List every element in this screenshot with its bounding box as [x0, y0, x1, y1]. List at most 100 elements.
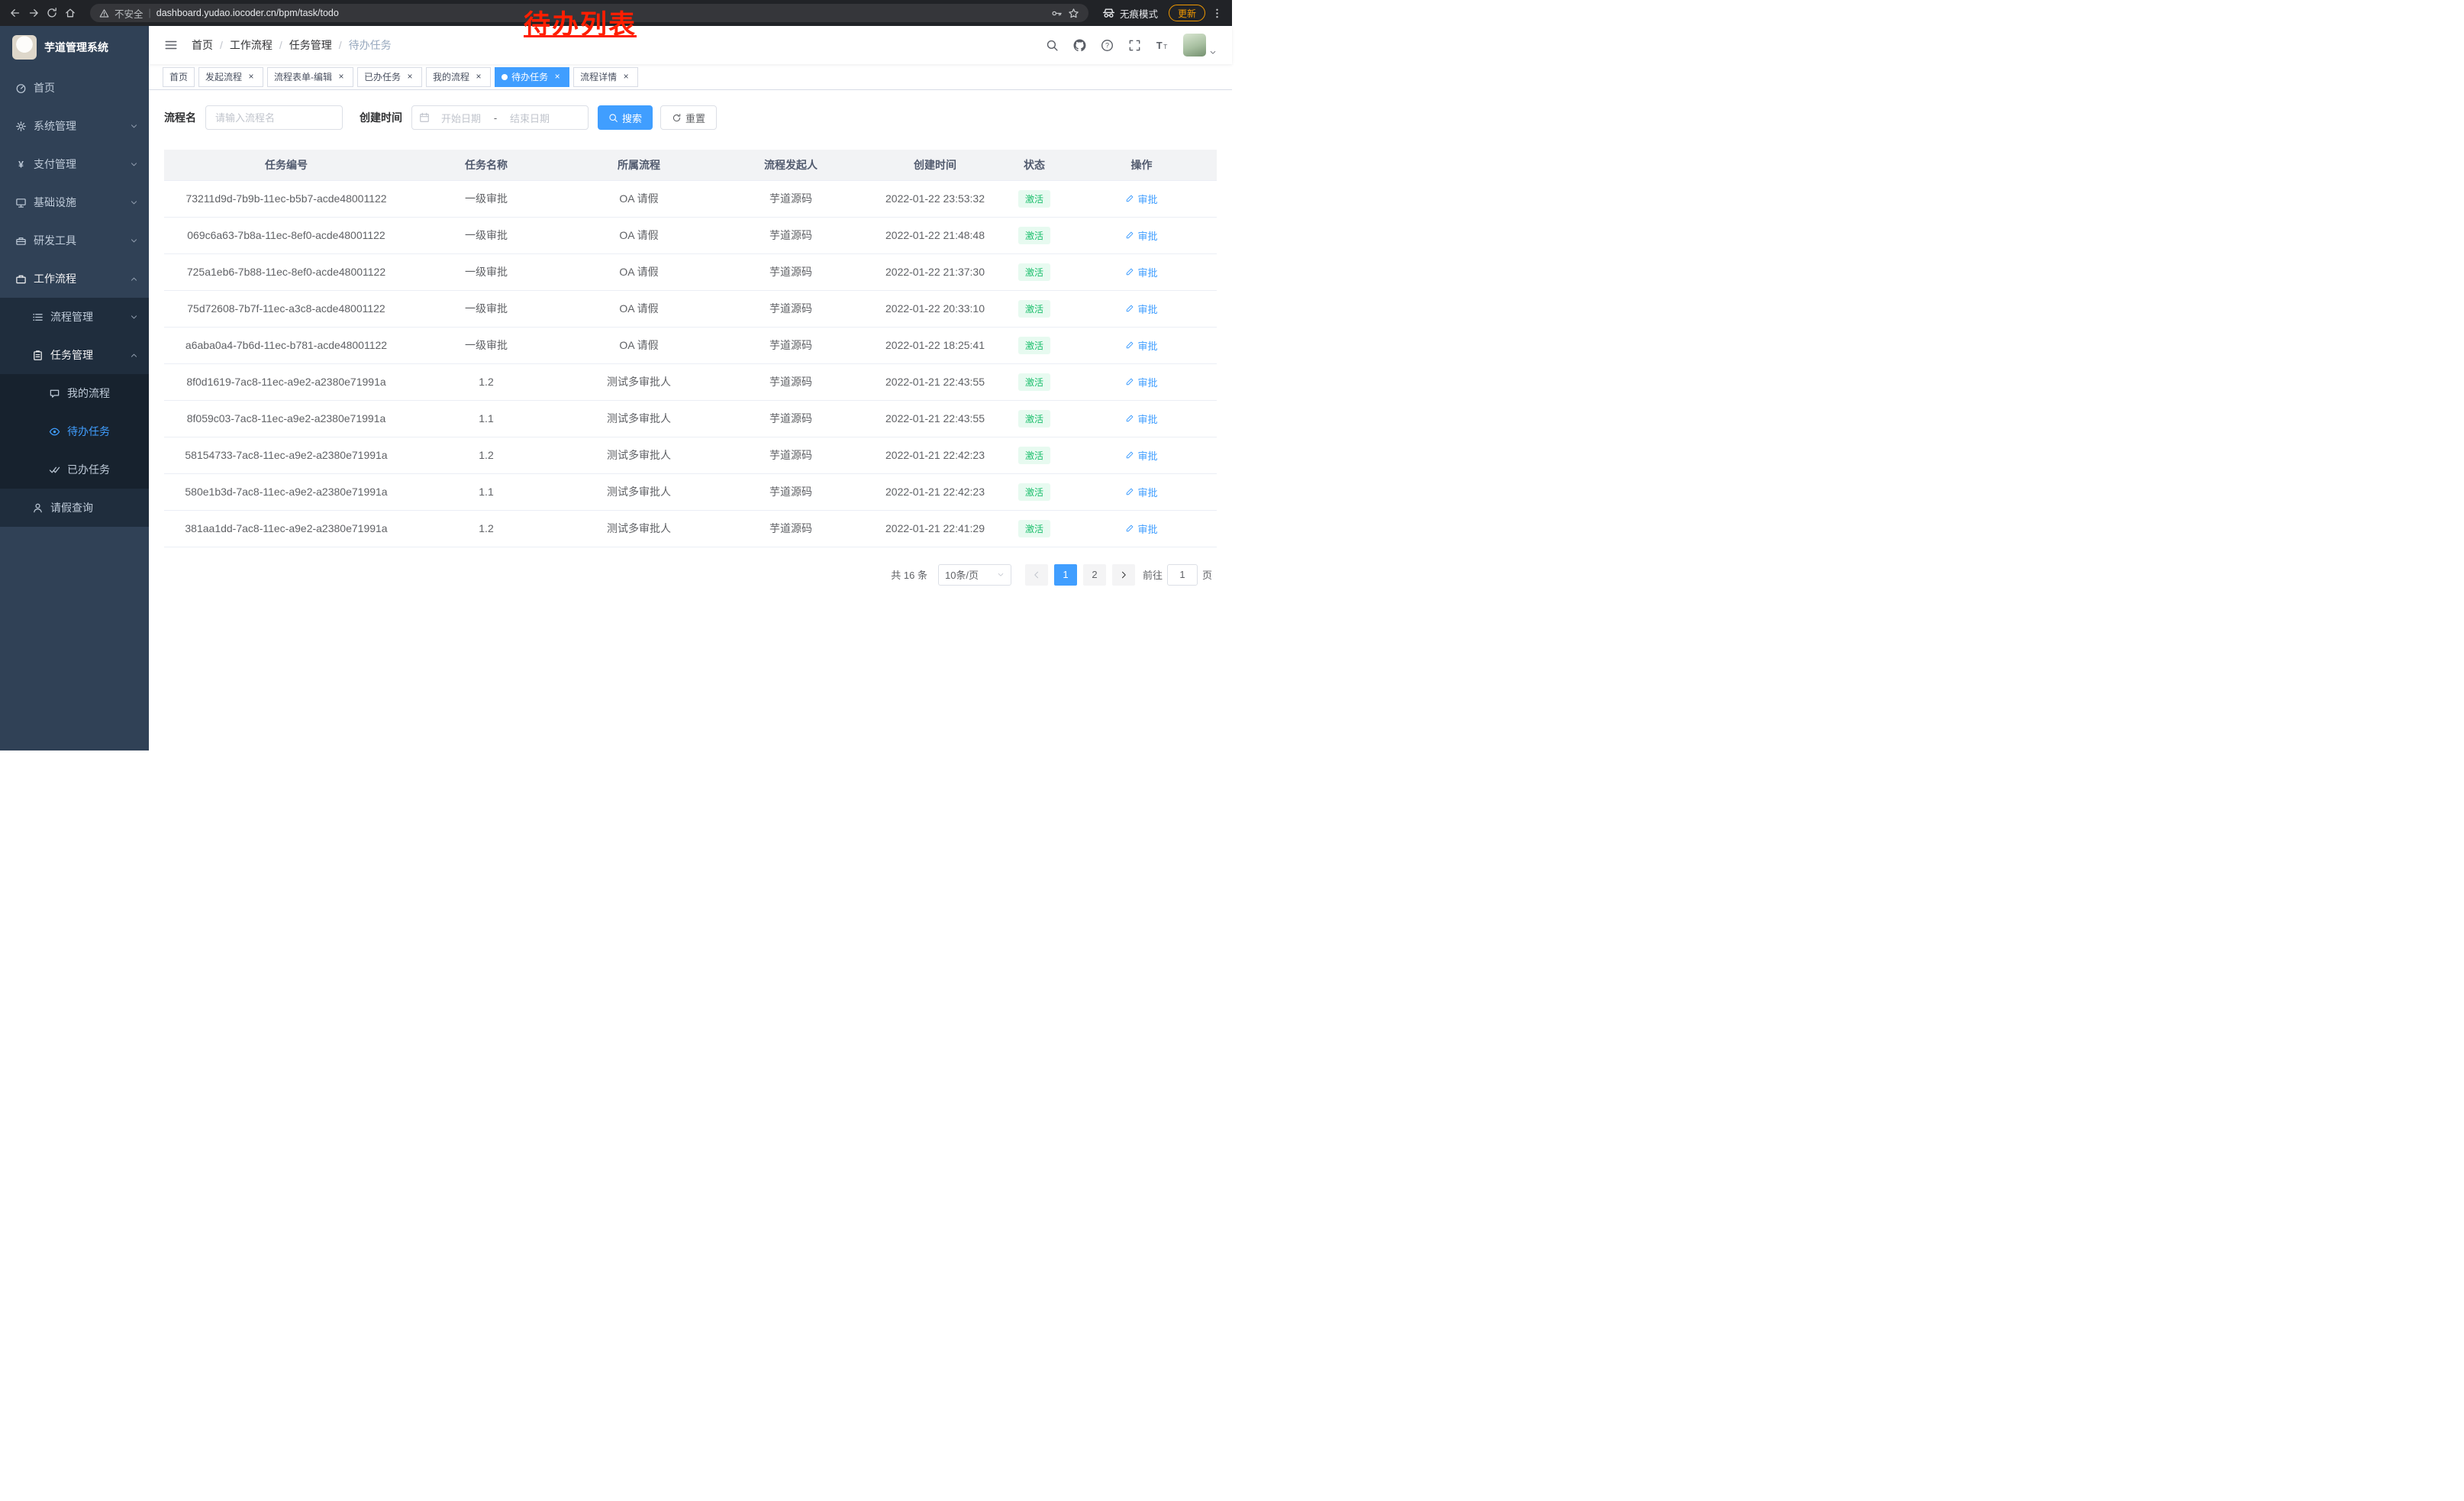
cell-created: 2022-01-22 20:33:10: [868, 290, 1002, 327]
process-name-input[interactable]: [205, 105, 343, 130]
sidebar-item-workflow[interactable]: 工作流程: [0, 260, 149, 298]
chevron-left-icon: [1032, 570, 1041, 579]
avatar-caret-icon: [1209, 49, 1217, 56]
logo-row[interactable]: 芋道管理系统: [0, 26, 149, 69]
tab-close-icon[interactable]: ×: [621, 72, 631, 82]
filter-bar: 流程名 创建时间 开始日期 - 结束日期 搜索 重置: [164, 105, 1217, 130]
table-row: 069c6a63-7b8a-11ec-8ef0-acde48001122一级审批…: [164, 217, 1217, 253]
date-range-picker[interactable]: 开始日期 - 结束日期: [411, 105, 589, 130]
breadcrumb-item[interactable]: 首页: [192, 37, 213, 53]
tab-close-icon[interactable]: ×: [246, 72, 256, 82]
sidebar-item-leave-query[interactable]: 请假查询: [0, 489, 149, 527]
next-page-button[interactable]: [1112, 564, 1135, 586]
tab-label: 我的流程: [433, 70, 469, 83]
cell-process: OA 请假: [564, 327, 714, 363]
browser-menu-icon[interactable]: [1211, 8, 1223, 19]
chevron-down-icon: [130, 237, 138, 245]
approve-link[interactable]: 审批: [1125, 265, 1157, 279]
approve-link[interactable]: 审批: [1125, 521, 1157, 536]
sidebar-item-payment[interactable]: ¥支付管理: [0, 145, 149, 183]
status-badge: 激活: [1018, 447, 1050, 464]
toolbox-icon: [15, 235, 27, 247]
search-button[interactable]: 搜索: [598, 105, 653, 130]
sidebar-item-label: 系统管理: [34, 118, 123, 134]
user-avatar[interactable]: [1183, 34, 1217, 56]
prev-page-button[interactable]: [1025, 564, 1048, 586]
svg-text:T: T: [1156, 39, 1163, 50]
sidebar-item-devtools[interactable]: 研发工具: [0, 221, 149, 260]
fullscreen-icon[interactable]: [1128, 39, 1141, 52]
forward-icon[interactable]: [27, 7, 40, 19]
calendar-icon: [419, 112, 430, 123]
reload-icon[interactable]: [46, 7, 58, 19]
help-icon[interactable]: ?: [1101, 39, 1114, 52]
table-row: 580e1b3d-7ac8-11ec-a9e2-a2380e71991a1.1测…: [164, 473, 1217, 510]
approve-link[interactable]: 审批: [1125, 228, 1157, 243]
approve-link[interactable]: 审批: [1125, 375, 1157, 389]
page-button-2[interactable]: 2: [1083, 564, 1106, 586]
chevron-down-icon: [130, 160, 138, 169]
page-size-select[interactable]: 10条/页: [938, 564, 1011, 586]
reset-button[interactable]: 重置: [660, 105, 717, 130]
tab-form-edit[interactable]: 流程表单-编辑×: [267, 67, 353, 87]
tab-home[interactable]: 首页: [163, 67, 195, 87]
sidebar-item-task-mgmt[interactable]: 任务管理: [0, 336, 149, 374]
tab-start-process[interactable]: 发起流程×: [198, 67, 263, 87]
breadcrumb-separator: /: [279, 39, 282, 51]
tab-done-task[interactable]: 已办任务 ×: [357, 67, 422, 87]
tab-close-icon[interactable]: ×: [336, 72, 347, 82]
sidebar-item-process-mgmt[interactable]: 流程管理: [0, 298, 149, 336]
font-size-icon[interactable]: TT: [1156, 39, 1169, 52]
approve-link[interactable]: 审批: [1125, 448, 1157, 463]
approve-link[interactable]: 审批: [1125, 485, 1157, 499]
tab-close-icon[interactable]: ×: [552, 72, 563, 82]
cell-process: 测试多审批人: [564, 473, 714, 510]
approve-link[interactable]: 审批: [1125, 302, 1157, 316]
breadcrumb-separator: /: [220, 39, 223, 51]
update-button[interactable]: 更新: [1169, 5, 1205, 21]
status-badge: 激活: [1018, 300, 1050, 318]
approve-link[interactable]: 审批: [1125, 412, 1157, 426]
sidebar-item-infrastructure[interactable]: 基础设施: [0, 183, 149, 221]
cell-initiator: 芋道源码: [714, 290, 868, 327]
header-search-icon[interactable]: [1046, 39, 1059, 52]
table-body: 73211d9d-7b9b-11ec-b5b7-acde48001122一级审批…: [164, 180, 1217, 547]
approve-link[interactable]: 审批: [1125, 338, 1157, 353]
approve-link[interactable]: 审批: [1125, 192, 1157, 206]
page-content: 流程名 创建时间 开始日期 - 结束日期 搜索 重置: [149, 90, 1232, 750]
tab-label: 已办任务: [364, 70, 401, 83]
page-unit-label: 页: [1202, 567, 1212, 582]
tab-todo-task[interactable]: 待办任务×: [495, 67, 569, 87]
sidebar-item-my-process[interactable]: 我的流程: [0, 374, 149, 412]
browser-home-icon[interactable]: [64, 7, 76, 19]
sidebar-item-done-task[interactable]: 已办任务: [0, 450, 149, 489]
cell-status: 激活: [1002, 327, 1066, 363]
cell-created: 2022-01-22 21:37:30: [868, 253, 1002, 290]
warning-icon: [99, 8, 109, 18]
sidebar-item-todo-task[interactable]: 待办任务: [0, 412, 149, 450]
sidebar-item-system[interactable]: 系统管理: [0, 107, 149, 145]
address-separator: |: [149, 8, 151, 18]
tab-my-process[interactable]: 我的流程 ×: [426, 67, 491, 87]
sidebar-toggle-icon[interactable]: [164, 38, 178, 52]
chevron-right-icon: [1119, 570, 1128, 579]
tab-close-icon[interactable]: ×: [473, 72, 484, 82]
page-button-1[interactable]: 1: [1054, 564, 1077, 586]
bookmark-star-icon[interactable]: [1068, 8, 1079, 19]
sidebar-item-home[interactable]: 首页: [0, 69, 149, 107]
edit-icon: [1125, 267, 1134, 276]
password-key-icon[interactable]: [1051, 8, 1063, 19]
breadcrumb-item[interactable]: 工作流程: [230, 37, 273, 53]
chevron-up-icon: [130, 351, 138, 360]
top-navbar: 首页/工作流程/任务管理/待办任务 ? TT: [149, 26, 1232, 64]
edit-icon: [1125, 304, 1134, 313]
tab-close-icon[interactable]: ×: [405, 72, 415, 82]
app-window: 芋道管理系统 首页系统管理¥支付管理基础设施研发工具工作流程流程管理任务管理我的…: [0, 26, 1232, 750]
tab-process-detail[interactable]: 流程详情×: [573, 67, 638, 87]
goto-page-input[interactable]: [1167, 564, 1198, 586]
back-icon[interactable]: [9, 7, 21, 19]
cell-id: 069c6a63-7b8a-11ec-8ef0-acde48001122: [164, 217, 408, 253]
breadcrumb-item[interactable]: 任务管理: [289, 37, 332, 53]
table-header-row: 任务编号任务名称所属流程流程发起人创建时间状态操作: [164, 150, 1217, 180]
github-icon[interactable]: [1073, 39, 1086, 52]
